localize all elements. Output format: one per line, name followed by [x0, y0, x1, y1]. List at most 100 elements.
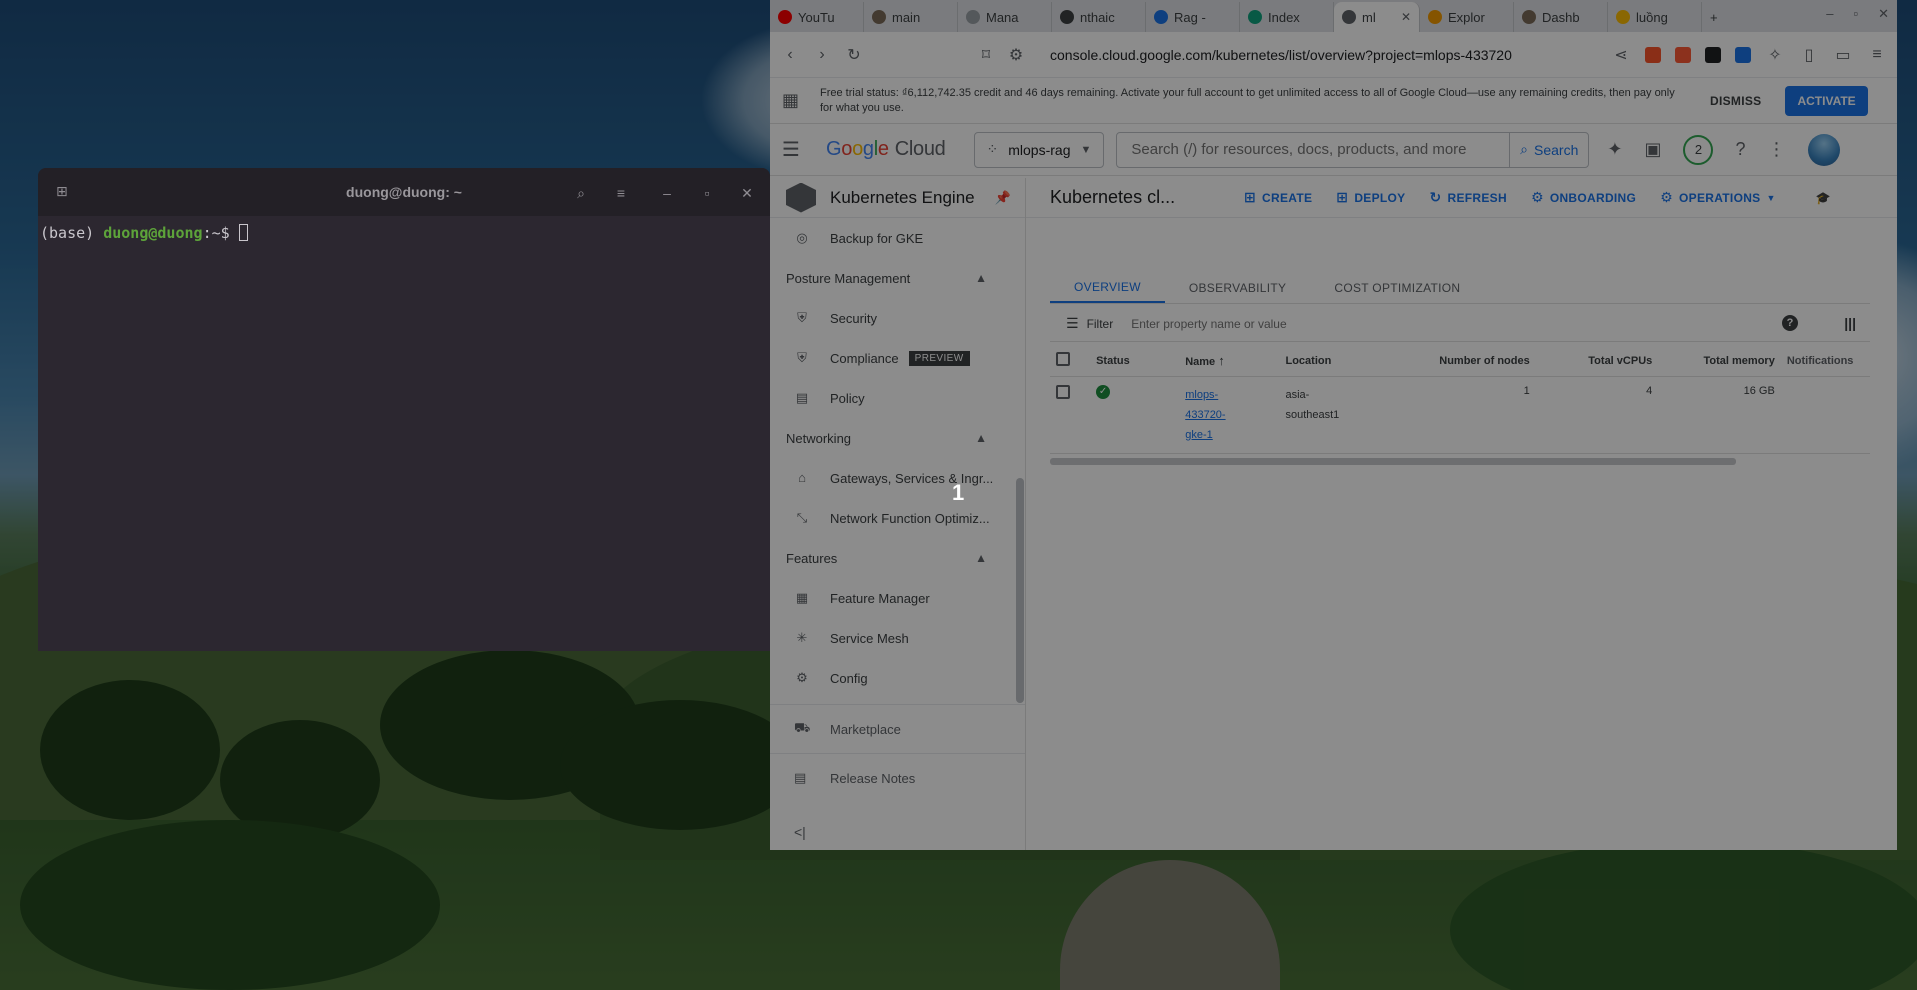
browser-tab-4[interactable]: Rag - [1146, 2, 1240, 32]
sidebar-scrollbar[interactable] [1016, 478, 1024, 703]
back-icon[interactable]: ‹ [780, 46, 800, 64]
table-horizontal-scrollbar[interactable] [1050, 458, 1736, 465]
project-picker[interactable]: ⁘ mlops-rag ▼ [973, 131, 1105, 168]
bookmark-icon[interactable]: ⌑ [976, 45, 996, 65]
filter-input[interactable] [1131, 316, 1632, 331]
browser-tab-5[interactable]: Index [1240, 2, 1334, 32]
select-all-checkbox[interactable] [1056, 352, 1070, 367]
browser-tab-7[interactable]: Explor [1420, 2, 1514, 32]
extension-m-icon[interactable] [1705, 46, 1721, 63]
new-tab-icon[interactable]: + [1702, 2, 1732, 32]
tab-overview[interactable]: OVERVIEW [1050, 272, 1165, 303]
chevron-up-icon: ▲ [975, 551, 987, 565]
maximize-icon[interactable]: ▫ [696, 182, 718, 204]
site-settings-icon[interactable]: ⚙ [1006, 45, 1026, 65]
tab-favicon-icon [1060, 10, 1074, 24]
close-tab-icon[interactable]: ✕ [1401, 10, 1411, 24]
sidebar-product-header[interactable]: Kubernetes Engine 📌 [770, 178, 1025, 218]
sidebar-item-release-notes[interactable]: ▤ Release Notes [770, 753, 1025, 802]
sidebar-section-networking[interactable]: Networking ▲ [770, 418, 1025, 458]
activate-button[interactable]: ACTIVATE [1785, 85, 1868, 116]
browser-tab-3[interactable]: nthaic [1052, 2, 1146, 32]
sort-ascending-icon[interactable]: ↑ [1218, 353, 1225, 368]
collapse-sidebar-icon[interactable]: <| [794, 824, 806, 840]
avatar[interactable] [1807, 133, 1840, 166]
address-bar[interactable]: console.cloud.google.com/kubernetes/list… [1050, 47, 1512, 63]
reload-icon[interactable]: ↻ [844, 45, 864, 65]
browser-menu-icon[interactable]: ≡ [1867, 46, 1887, 64]
column-memory[interactable]: Total memory [1658, 346, 1781, 377]
terminal-titlebar[interactable]: ⊞ duong@duong: ~ ⌕ ≡ – ▫ ✕ [38, 168, 770, 216]
more-vert-icon[interactable]: ⋮ [1768, 139, 1786, 160]
browser-tab-0[interactable]: YouTu [770, 2, 864, 32]
google-cloud-logo[interactable]: Google Cloud [826, 138, 946, 161]
brave-shield-icon[interactable] [1645, 46, 1661, 63]
tab-observability[interactable]: OBSERVABILITY [1165, 272, 1311, 303]
onboarding-button[interactable]: ⚙ ONBOARDING [1531, 189, 1636, 206]
terminal-window[interactable]: ⊞ duong@duong: ~ ⌕ ≡ – ▫ ✕ (base) duong@… [38, 168, 770, 651]
brave-rewards-icon[interactable] [1675, 46, 1691, 63]
refresh-button[interactable]: ↻ REFRESH [1429, 189, 1506, 206]
sidebar-toggle-icon[interactable]: ▯ [1799, 45, 1819, 65]
cluster-name-link[interactable]: mlops- 433720- gke-1 [1185, 389, 1225, 441]
close-icon[interactable]: ✕ [736, 182, 758, 204]
learn-icon[interactable]: 🎓 [1816, 191, 1831, 205]
maximize-icon[interactable]: ▫ [1853, 6, 1858, 22]
browser-tab-8[interactable]: Dashb [1514, 2, 1608, 32]
close-icon[interactable]: ✕ [1878, 6, 1889, 22]
share-icon[interactable]: ⋖ [1611, 45, 1631, 65]
sidebar-item-compliance[interactable]: ⛨ Compliance PREVIEW [770, 338, 1025, 378]
column-vcpus[interactable]: Total vCPUs [1535, 346, 1659, 377]
deploy-button[interactable]: ⊞ DEPLOY [1336, 189, 1405, 206]
sidebar-item-network-function-optimiz[interactable]: ⤡ Network Function Optimiz... [770, 498, 1025, 538]
notifications-badge[interactable]: 2 [1683, 134, 1714, 165]
sidebar-section-features[interactable]: Features ▲ [770, 538, 1025, 578]
search-input[interactable] [1117, 141, 1510, 158]
tab-favicon-icon [1342, 10, 1356, 24]
sidebar-item-policy[interactable]: ▤ Policy [770, 378, 1025, 418]
browser-window[interactable]: YouTu main Mana nthaic Rag - Index ml ✕ Explor Da… [770, 0, 1897, 850]
menu-icon[interactable]: ≡ [610, 182, 632, 204]
browser-tab-1[interactable]: main [864, 2, 958, 32]
hamburger-menu-icon[interactable]: ☰ [782, 137, 818, 162]
search-icon[interactable]: ⌕ [570, 182, 592, 204]
column-location[interactable]: Location [1279, 346, 1391, 377]
sidebar-item-feature-manager[interactable]: ▦ Feature Manager [770, 578, 1025, 618]
browser-tab-6[interactable]: ml ✕ [1334, 2, 1420, 32]
terminal-output[interactable]: (base) duong@duong:~$ [38, 216, 770, 250]
sidebar-item-marketplace[interactable]: ⛟ Marketplace [770, 704, 1025, 753]
column-nodes[interactable]: Number of nodes [1390, 346, 1536, 377]
sidebar-item-config[interactable]: ⚙ Config [770, 658, 1025, 698]
column-status[interactable]: Status [1090, 346, 1180, 377]
sidebar-section-posture-management[interactable]: Posture Management ▲ [770, 258, 1025, 298]
browser-tab-strip: YouTu main Mana nthaic Rag - Index ml ✕ Explor Da… [770, 0, 1897, 32]
prompt-env: (base) [40, 224, 104, 242]
tab-cost-optimization[interactable]: COST OPTIMIZATION [1310, 272, 1484, 303]
column-display-icon[interactable]: ||| [1844, 315, 1856, 331]
sidebar-item-gateways-services-ingr[interactable]: ⌂ Gateways, Services & Ingr... [770, 458, 1025, 498]
extensions-icon[interactable]: ✧ [1765, 45, 1785, 65]
table-row[interactable]: ✓ mlops- 433720- gke-1 asia-southeast1 1 4… [1050, 376, 1870, 454]
sidebar-item-security[interactable]: ⛨ Security [770, 298, 1025, 338]
wallet-icon[interactable]: ▭ [1833, 45, 1853, 65]
forward-icon[interactable]: › [812, 46, 832, 64]
browser-tab-9[interactable]: luồng [1608, 2, 1702, 32]
row-checkbox[interactable] [1056, 384, 1070, 399]
search-button[interactable]: ⌕ Search [1509, 132, 1588, 167]
create-button[interactable]: ⊞ CREATE [1244, 189, 1312, 206]
minimize-icon[interactable]: – [656, 182, 678, 204]
help-icon[interactable]: ? [1782, 315, 1798, 331]
help-icon[interactable]: ? [1735, 139, 1745, 160]
dismiss-button[interactable]: DISMISS [1710, 94, 1761, 108]
extension-shield-icon[interactable] [1735, 46, 1751, 63]
column-notifications[interactable]: Notifications [1780, 346, 1870, 377]
operations-button[interactable]: ⚙ OPERATIONS ▼ [1660, 189, 1776, 206]
column-name[interactable]: Name ↑ [1179, 346, 1280, 377]
browser-tab-2[interactable]: Mana [958, 2, 1052, 32]
pin-icon[interactable]: 📌 [995, 190, 1011, 206]
cloud-shell-icon[interactable]: ▣ [1644, 139, 1661, 160]
sidebar-item-service-mesh[interactable]: ✳ Service Mesh [770, 618, 1025, 658]
gemini-icon[interactable]: ✦ [1607, 139, 1622, 160]
minimize-icon[interactable]: – [1826, 6, 1833, 22]
sidebar-item-backup-for-gke[interactable]: ◎ Backup for GKE [770, 218, 1025, 258]
